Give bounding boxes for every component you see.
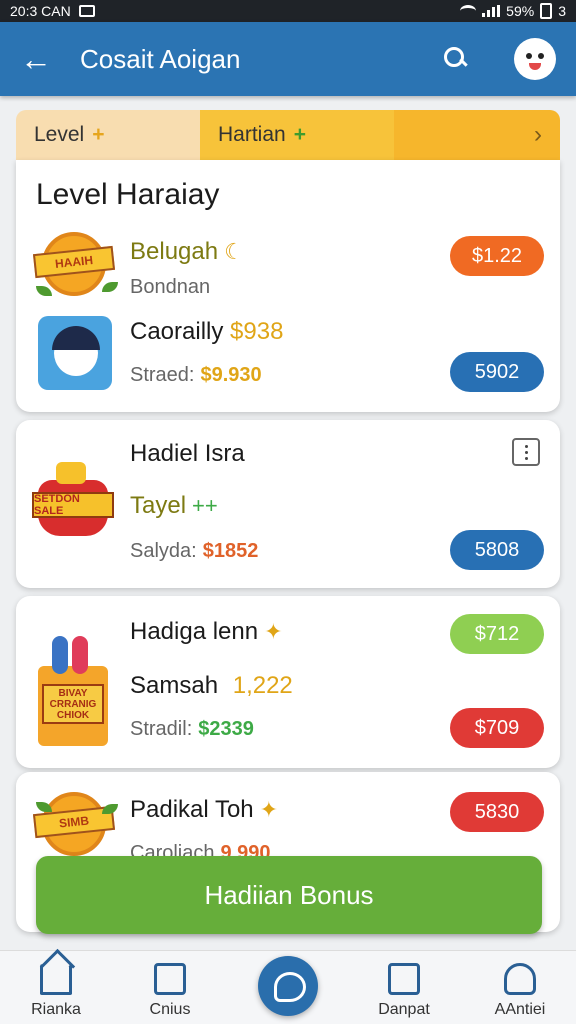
nav-item-store[interactable]: Cnius bbox=[120, 959, 220, 1019]
more-options-icon[interactable] bbox=[512, 438, 540, 466]
reward-title: Hadiga lenn ✦ bbox=[130, 618, 283, 645]
app-bar: ← Cosait Aoigan bbox=[0, 22, 576, 96]
tab-next[interactable]: › bbox=[394, 110, 560, 160]
reward-title: Caorailly $938 bbox=[130, 318, 284, 345]
chat-icon bbox=[388, 963, 420, 995]
bonus-button[interactable]: Hadiian Bonus bbox=[36, 856, 542, 934]
battery-icon bbox=[540, 3, 553, 19]
reward-detail: Stradil: $2339 bbox=[130, 718, 254, 740]
sparkle-icon: ✦ bbox=[259, 797, 279, 822]
user-icon bbox=[504, 963, 536, 995]
price-button[interactable]: $712 bbox=[450, 614, 544, 654]
battery-percent: 59% bbox=[506, 3, 535, 19]
store-icon bbox=[154, 963, 186, 995]
carrier-indicator: 3 bbox=[558, 3, 566, 19]
tab-bar: Level + Hartian + › bbox=[16, 110, 560, 160]
reward-title: Hadiel Isra bbox=[130, 440, 245, 467]
sparkle-icon: ++ bbox=[192, 493, 218, 518]
signal-icon bbox=[482, 5, 501, 17]
reward-detail: Salyda: $1852 bbox=[130, 540, 259, 562]
section-title: Level Haraiay bbox=[36, 178, 220, 211]
reward-card-level: Level Haraiay HAAIH Belugah ☾ Bondnan $1.… bbox=[16, 160, 560, 412]
reward-card-hadiel: SETDON SALE Hadiel Isra Tayel ++ Salyda: $… bbox=[16, 420, 560, 588]
plus-icon: + bbox=[293, 123, 306, 146]
coin-badge-icon: SIMB bbox=[32, 792, 118, 856]
reward-row: Tayel ++ bbox=[130, 492, 218, 519]
app-icon bbox=[38, 316, 112, 390]
sparkle-icon: ✦ bbox=[264, 619, 283, 644]
coin-badge-icon: HAAIH bbox=[32, 232, 118, 296]
reward-card-hadiga: BIVAY CRRANIG CHIOK Hadiga lenn ✦ $712 Sa… bbox=[16, 596, 560, 768]
home-icon bbox=[40, 963, 72, 995]
chevron-right-icon: › bbox=[534, 121, 542, 148]
price-button[interactable]: $709 bbox=[450, 708, 544, 748]
price-button[interactable]: $1.22 bbox=[450, 236, 544, 276]
status-bar: 20:3 CAN 59% 3 bbox=[0, 0, 576, 22]
status-time: 20:3 CAN bbox=[10, 3, 71, 19]
price-button[interactable]: 5808 bbox=[450, 530, 544, 570]
moon-icon: ☾ bbox=[224, 239, 244, 264]
page-title: Cosait Aoigan bbox=[80, 43, 241, 74]
gift-box-icon: BIVAY CRRANIG CHIOK bbox=[38, 636, 108, 746]
tab-label: Hartian bbox=[218, 123, 286, 146]
reward-title: Belugah ☾ bbox=[130, 238, 244, 265]
reward-row: Samsah 1,222 bbox=[130, 672, 293, 699]
back-arrow-icon[interactable]: ← bbox=[20, 43, 52, 75]
wifi-icon bbox=[460, 5, 477, 17]
nav-item-messages[interactable]: Danpat bbox=[354, 959, 454, 1019]
reward-subtitle: Bondnan bbox=[130, 276, 211, 298]
message-icon bbox=[78, 5, 95, 17]
chat-bubble-button[interactable] bbox=[258, 956, 318, 1016]
tab-hartian[interactable]: Hartian + bbox=[200, 110, 394, 160]
reward-detail: Straed: $9.930 bbox=[130, 364, 262, 386]
avatar[interactable] bbox=[514, 38, 556, 80]
tab-label: Level bbox=[34, 123, 85, 146]
price-button[interactable]: 5902 bbox=[450, 352, 544, 392]
nav-item-profile[interactable]: AAntiei bbox=[470, 959, 570, 1019]
gift-bag-icon: SETDON SALE bbox=[32, 462, 114, 536]
price-button[interactable]: 5830 bbox=[450, 792, 544, 832]
tab-level[interactable]: Level + bbox=[16, 110, 200, 160]
search-icon[interactable] bbox=[442, 45, 470, 73]
plus-icon: + bbox=[92, 123, 105, 146]
nav-item-home[interactable]: Rianka bbox=[6, 959, 106, 1019]
reward-title: Padikal Toh ✦ bbox=[130, 796, 279, 823]
